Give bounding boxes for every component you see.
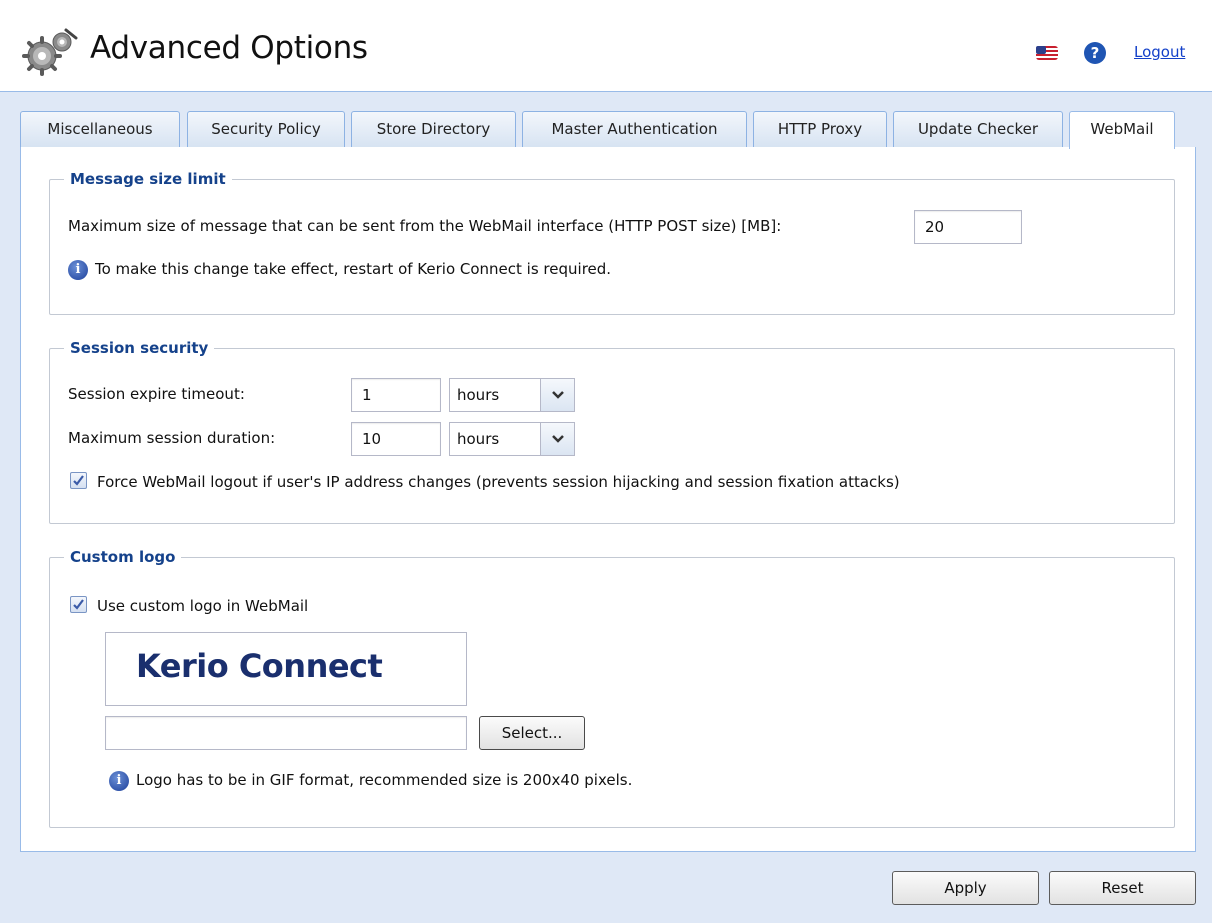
info-icon: i	[109, 771, 129, 791]
logo-format-note: Logo has to be in GIF format, recommende…	[136, 771, 633, 789]
custom-logo-legend: Custom logo	[70, 548, 176, 566]
max-session-duration-unit-value: hours	[457, 430, 500, 448]
info-icon: i	[68, 260, 88, 280]
session-expire-input[interactable]: 1	[351, 378, 441, 412]
tab-security-policy[interactable]: Security Policy	[187, 111, 345, 148]
checkmark-icon	[73, 475, 84, 486]
chevron-down-icon[interactable]	[540, 423, 574, 455]
help-icon[interactable]: ?	[1084, 42, 1106, 64]
page-title: Advanced Options	[90, 30, 368, 66]
use-custom-logo-checkbox[interactable]	[70, 596, 87, 613]
restart-note: To make this change take effect, restart…	[95, 260, 612, 278]
session-security-legend: Session security	[70, 339, 209, 357]
logo-preview: Kerio Connect	[105, 632, 467, 706]
select-logo-button[interactable]: Select...	[479, 716, 585, 750]
chevron-down-icon[interactable]	[540, 379, 574, 411]
tab-master-authentication[interactable]: Master Authentication	[522, 111, 747, 148]
tab-http-proxy[interactable]: HTTP Proxy	[753, 111, 887, 148]
max-session-duration-unit-select[interactable]: hours	[449, 422, 575, 456]
page-header: Advanced Options ? Logout	[0, 0, 1212, 92]
logo-file-input[interactable]	[105, 716, 467, 750]
max-session-duration-label: Maximum session duration:	[68, 429, 276, 447]
webmail-panel: Message size limit Maximum size of messa…	[20, 147, 1196, 852]
force-logout-label: Force WebMail logout if user's IP addres…	[97, 473, 900, 491]
max-message-size-input[interactable]: 20	[914, 210, 1022, 244]
tab-update-checker[interactable]: Update Checker	[893, 111, 1063, 148]
use-custom-logo-label: Use custom logo in WebMail	[97, 597, 309, 615]
max-session-duration-input[interactable]: 10	[351, 422, 441, 456]
us-flag-icon[interactable]	[1036, 46, 1058, 60]
logout-link[interactable]: Logout	[1134, 43, 1185, 61]
message-size-legend: Message size limit	[70, 170, 226, 188]
tab-miscellaneous[interactable]: Miscellaneous	[20, 111, 180, 148]
apply-button[interactable]: Apply	[892, 871, 1039, 905]
max-message-size-label: Maximum size of message that can be sent…	[68, 217, 782, 235]
gears-icon	[22, 28, 78, 76]
force-logout-checkbox[interactable]	[70, 472, 87, 489]
checkmark-icon	[73, 599, 84, 610]
tab-webmail[interactable]: WebMail	[1069, 111, 1175, 149]
session-expire-label: Session expire timeout:	[68, 385, 245, 403]
session-expire-unit-value: hours	[457, 386, 500, 404]
tab-store-directory[interactable]: Store Directory	[351, 111, 516, 148]
tab-strip: Miscellaneous Security Policy Store Dire…	[20, 108, 1196, 149]
session-expire-unit-select[interactable]: hours	[449, 378, 575, 412]
kerio-connect-logo: Kerio Connect	[136, 647, 383, 685]
reset-button[interactable]: Reset	[1049, 871, 1196, 905]
